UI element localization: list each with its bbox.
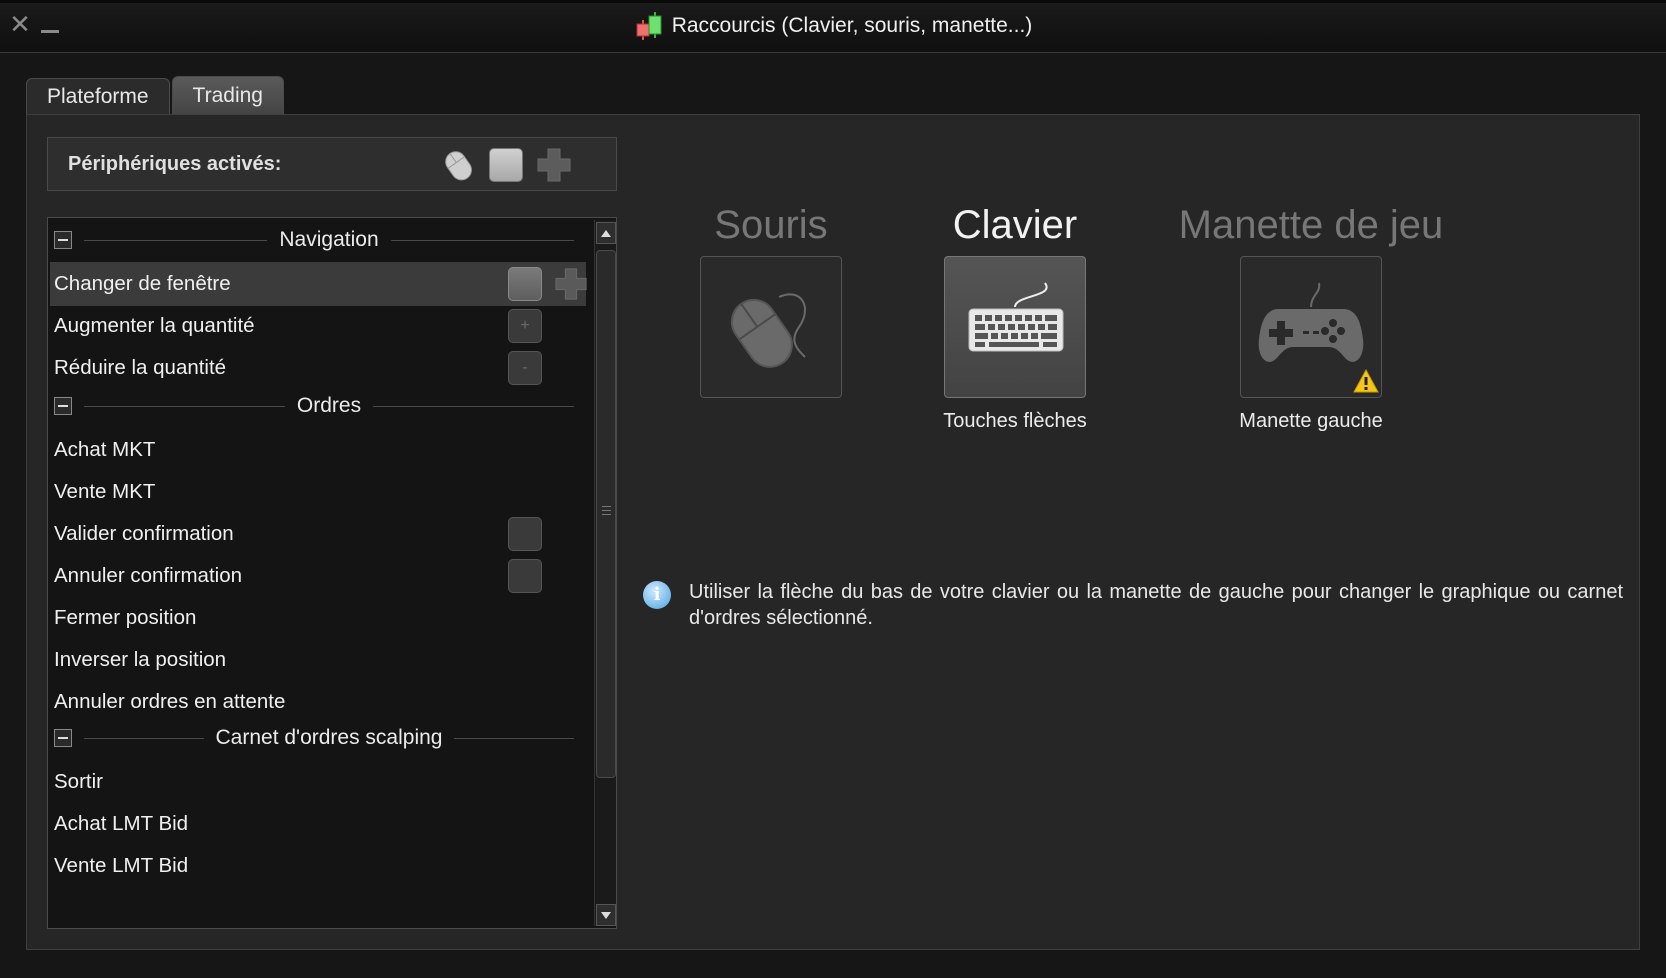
trading-panel: Périphériques activés: Navigation Change… [26,114,1640,950]
scroll-down-button[interactable] [596,904,616,926]
key-binding[interactable]: + [508,309,542,343]
warning-icon [1353,369,1379,393]
app-candlestick-icon [636,12,662,40]
info-icon: i [643,581,671,609]
shortcuts-window: ✕ Raccourcis (Clavier, souris, manette..… [0,0,1666,978]
device-title: Manette de jeu [1178,203,1444,247]
list-item-vente-lmt-bid[interactable]: Vente LMT Bid [50,844,586,888]
keyboard-icon[interactable] [944,256,1086,398]
peripherals-label: Périphériques activés: [68,153,282,175]
section-title: Carnet d'ordres scalping [215,726,443,749]
device-caption: Manette gauche [1239,410,1383,432]
key-binding[interactable] [508,267,542,301]
list-item-augmenter[interactable]: Augmenter la quantité + [50,304,586,348]
device-keyboard: Clavier Touches flèches [935,203,1095,433]
key-binding[interactable] [508,559,542,593]
section-navigation: Navigation [50,220,586,260]
list-item-label: Changer de fenêtre [54,272,231,295]
tab-trading[interactable]: Trading [171,76,284,115]
section-ordres: Ordres [50,386,586,426]
active-peripherals-bar: Périphériques activés: [47,137,617,191]
list-item-label: Vente LMT Bid [54,854,189,877]
list-item-annuler-confirmation[interactable]: Annuler confirmation [50,554,586,598]
list-item-label: Achat MKT [54,438,156,461]
list-item-label: Annuler confirmation [54,564,243,587]
tab-plateforme[interactable]: Plateforme [26,78,170,115]
device-title: Souris [714,203,828,247]
list-item-reduire[interactable]: Réduire la quantité - [50,346,586,390]
gamepad-icon[interactable] [1240,256,1382,398]
list-item-achat-mkt[interactable]: Achat MKT [50,428,586,472]
list-item-label: Réduire la quantité [54,356,227,379]
device-mouse: Souris [691,203,851,398]
window-title: Raccourcis (Clavier, souris, manette...) [671,14,1033,37]
dpad-icon[interactable] [554,267,588,301]
device-gamepad: Manette de jeu Manette gauche [1171,203,1451,433]
scrollbar-thumb[interactable] [596,250,616,778]
key-binding[interactable] [508,517,542,551]
peripheral-toggles [440,147,572,183]
list-item-label: Inverser la position [54,648,227,671]
list-item-label: Sortir [54,770,103,793]
gamepad-dpad-icon[interactable] [536,147,572,183]
list-item-label: Vente MKT [54,480,156,503]
list-item-label: Valider confirmation [54,522,234,545]
device-caption: Touches flèches [943,410,1087,432]
collapse-toggle[interactable] [54,397,72,415]
key-binding[interactable]: - [508,351,542,385]
keyboard-key-icon[interactable] [488,147,524,183]
list-item-label: Annuler ordres en attente [54,690,286,713]
section-title: Ordres [296,394,362,417]
collapse-toggle[interactable] [54,231,72,249]
window-title-group: Raccourcis (Clavier, souris, manette...) [0,10,1666,42]
list-item-label: Fermer position [54,606,197,629]
device-title: Clavier [952,203,1078,247]
info-message: i Utiliser la flèche du bas de votre cla… [643,579,1623,631]
list-item-label: Augmenter la quantité [54,314,255,337]
list-item-valider-confirmation[interactable]: Valider confirmation [50,512,586,556]
list-item-inverser-position[interactable]: Inverser la position [50,638,586,682]
list-item-achat-lmt-bid[interactable]: Achat LMT Bid [50,802,586,846]
info-text: Utiliser la flèche du bas de votre clavi… [689,581,1623,629]
collapse-toggle[interactable] [54,729,72,747]
list-item-vente-mkt[interactable]: Vente MKT [50,470,586,514]
title-bar: ✕ Raccourcis (Clavier, souris, manette..… [0,0,1666,53]
title-stripe [0,0,1666,3]
shortcut-list: Navigation Changer de fenêtre Augmenter … [47,217,617,929]
mouse-icon[interactable] [700,256,842,398]
list-item-fermer-position[interactable]: Fermer position [50,596,586,640]
scroll-up-button[interactable] [596,222,616,244]
section-carnet-scalping: Carnet d'ordres scalping [50,718,586,758]
vertical-scrollbar[interactable] [594,220,616,926]
mouse-icon[interactable] [440,147,476,183]
section-title: Navigation [279,228,379,251]
list-item-sortir[interactable]: Sortir [50,760,586,804]
list-item-label: Achat LMT Bid [54,812,189,835]
list-item-changer-fenetre[interactable]: Changer de fenêtre [50,262,588,306]
tab-bar: Plateforme Trading [26,76,284,115]
